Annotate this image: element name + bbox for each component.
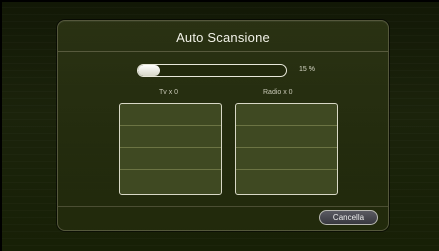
bottom-divider (58, 206, 388, 207)
tv-channel-list (119, 103, 222, 195)
auto-scan-dialog: Auto Scansione 15 % Tv x 0 Radio x 0 Can… (57, 20, 389, 231)
radio-channel-list (235, 103, 338, 195)
scan-screen: { "dialog": { "title": "Auto Scansione" … (0, 0, 439, 251)
radio-list-row (236, 148, 337, 170)
radio-list-row (236, 170, 337, 192)
tv-list-row (120, 170, 221, 192)
tv-count-label: Tv x 0 (159, 89, 179, 96)
cancel-button[interactable]: Cancella (319, 210, 378, 225)
radio-list-row (236, 126, 337, 148)
scan-progress-fill (138, 65, 161, 76)
tv-list-row (120, 148, 221, 170)
tv-list-row (120, 104, 221, 126)
tv-list-row (120, 126, 221, 148)
scan-progress-bar (137, 64, 287, 77)
scan-progress-percent: 15 % (299, 66, 315, 73)
title-divider (58, 51, 388, 52)
dialog-title: Auto Scansione (176, 30, 270, 45)
radio-list-row (236, 104, 337, 126)
radio-count-label: Radio x 0 (263, 89, 293, 96)
